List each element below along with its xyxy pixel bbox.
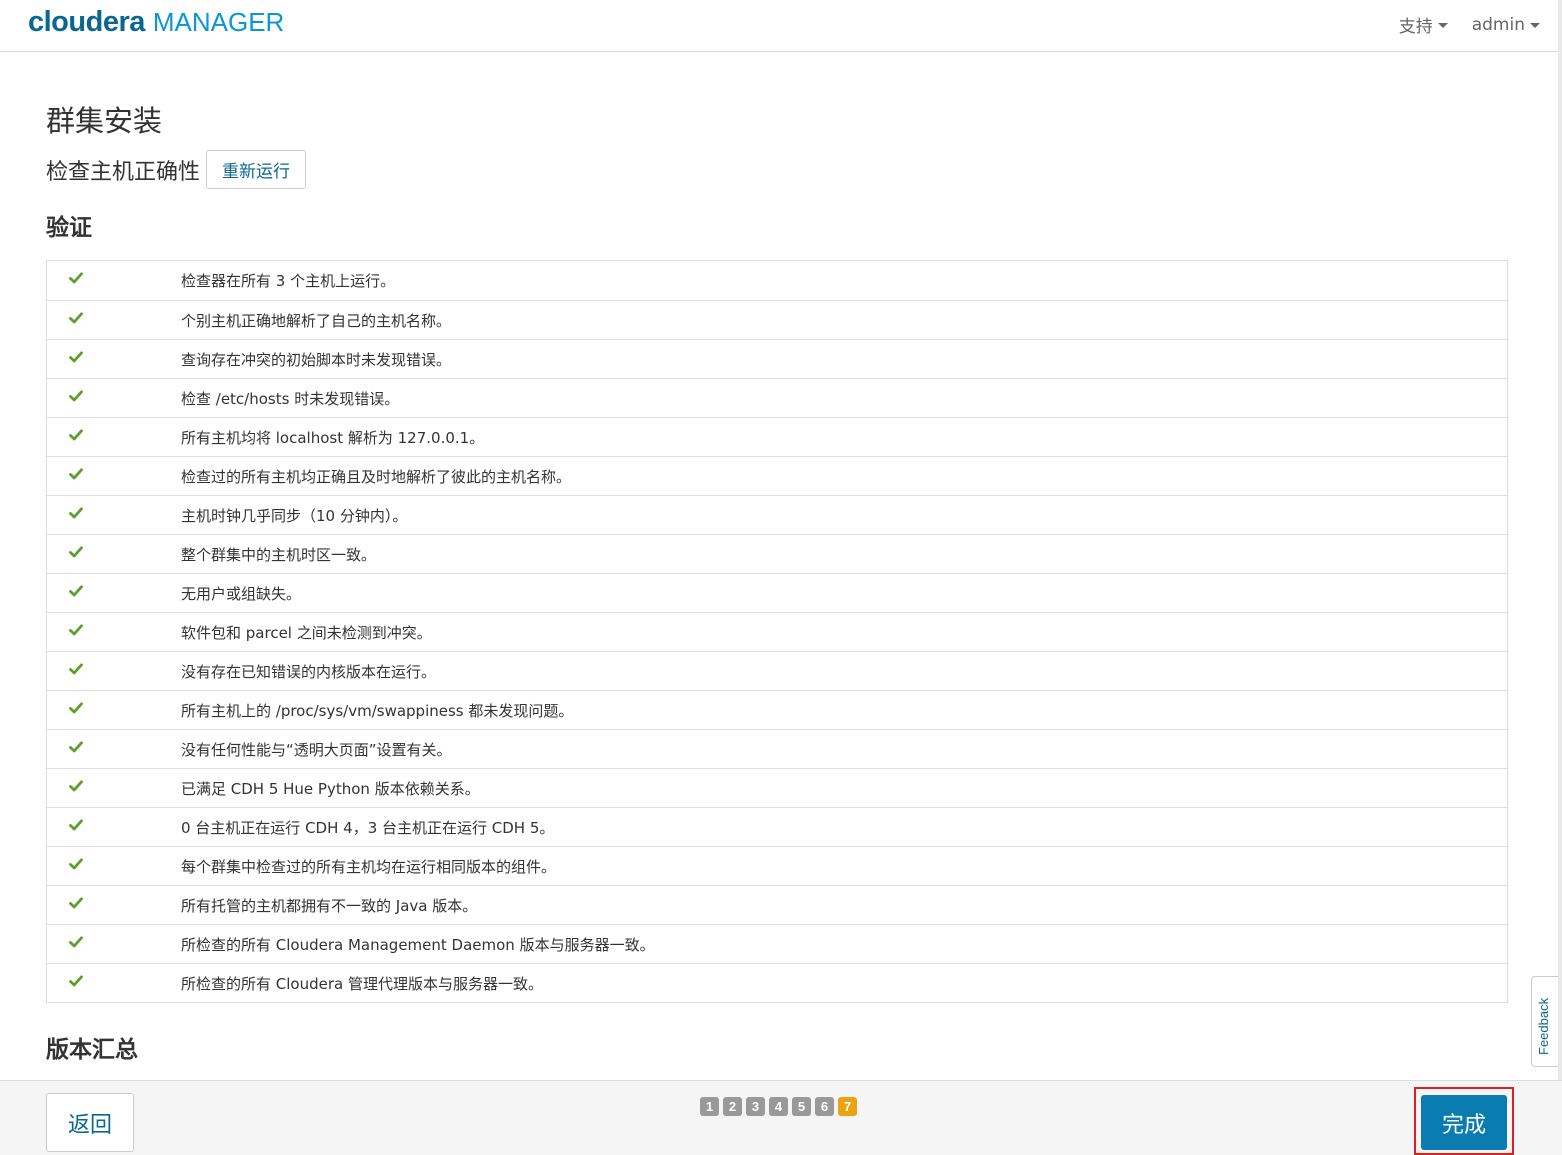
wizard-footer: 返回 1234567 完成 (0, 1080, 1562, 1155)
feedback-label: Feedback (1536, 997, 1551, 1055)
check-row: 软件包和 parcel 之间未检测到冲突。 (47, 612, 1507, 651)
check-results-table: 检查器在所有 3 个主机上运行。个别主机正确地解析了自己的主机名称。 查询存在冲突… (46, 260, 1508, 1003)
top-navbar: cloudera MANAGER 支持 admin (0, 0, 1562, 52)
check-row: 已满足 CDH 5 Hue Python 版本依赖关系。 (47, 768, 1507, 807)
back-button[interactable]: 返回 (46, 1093, 134, 1152)
page-subtitle: 检查主机正确性 (46, 159, 201, 185)
check-text: 检查器在所有 3 个主机上运行。 (181, 272, 396, 290)
wizard-step-5: 5 (792, 1097, 811, 1116)
check-text: 没有存在已知错误的内核版本在运行。 (181, 662, 437, 681)
check-row: 所有主机均将 localhost 解析为 127.0.0.1。 (47, 417, 1507, 456)
logo-text-main: cloudera (28, 6, 145, 38)
cloudera-manager-logo[interactable]: cloudera MANAGER (28, 6, 284, 42)
check-icon (69, 702, 83, 714)
check-icon (69, 819, 83, 831)
rerun-button[interactable]: 重新运行 (206, 150, 307, 189)
check-row: 每个群集中检查过的所有主机均在运行相同版本的组件。 (47, 846, 1507, 885)
check-icon (69, 663, 83, 675)
user-menu-label: admin (1471, 14, 1525, 35)
check-row: 没有任何性能与“透明大页面”设置有关。 (47, 729, 1507, 768)
check-row: 个别主机正确地解析了自己的主机名称。 (47, 300, 1507, 339)
check-icon (69, 390, 83, 402)
caret-down-icon (1437, 23, 1448, 28)
check-icon (69, 741, 83, 753)
check-icon (69, 546, 83, 558)
check-icon (69, 312, 83, 324)
check-row: 查询存在冲突的初始脚本时未发现错误。 (47, 339, 1507, 378)
check-text: 所检查的所有 Cloudera 管理代理版本与服务器一致。 (181, 974, 543, 993)
check-text: 所有托管的主机都拥有不一致的 Java 版本。 (181, 896, 478, 915)
check-text: 查询存在冲突的初始脚本时未发现错误。 (181, 350, 452, 369)
logo-text-sub: MANAGER (152, 7, 285, 37)
check-text: 无用户或组缺失。 (181, 584, 302, 603)
check-text: 软件包和 parcel 之间未检测到冲突。 (181, 623, 432, 642)
section-title-version-summary: 版本汇总 (46, 1037, 138, 1063)
finish-button-highlight: 完成 (1414, 1087, 1514, 1155)
check-icon (69, 858, 83, 870)
support-menu[interactable]: 支持 (1399, 12, 1448, 37)
check-row: 所检查的所有 Cloudera 管理代理版本与服务器一致。 (47, 963, 1507, 1002)
support-menu-label: 支持 (1398, 17, 1433, 37)
check-text: 个别主机正确地解析了自己的主机名称。 (181, 311, 452, 330)
wizard-step-2: 2 (723, 1097, 742, 1116)
check-icon (69, 507, 83, 519)
check-row: 所有托管的主机都拥有不一致的 Java 版本。 (47, 885, 1507, 924)
check-text: 所检查的所有 Cloudera Management Daemon 版本与服务器… (181, 935, 655, 954)
check-row: 所有主机上的 /proc/sys/vm/swappiness 都未发现问题。 (47, 690, 1507, 729)
check-icon (69, 351, 83, 363)
section-title-verify: 验证 (46, 215, 92, 241)
user-menu[interactable]: admin (1472, 12, 1540, 37)
check-icon (69, 780, 83, 792)
feedback-tab[interactable]: Feedback (1531, 976, 1558, 1067)
check-text: 整个群集中的主机时区一致。 (181, 545, 377, 564)
check-text: 已满足 CDH 5 Hue Python 版本依赖关系。 (181, 779, 480, 798)
check-icon (69, 429, 83, 441)
check-row: 检查过的所有主机均正确且及时地解析了彼此的主机名称。 (47, 456, 1507, 495)
page-scrollbar[interactable] (1558, 0, 1562, 1080)
check-row: 检查 /etc/hosts 时未发现错误。 (47, 378, 1507, 417)
caret-down-icon (1530, 23, 1540, 28)
wizard-step-indicator: 1234567 (700, 1097, 857, 1116)
finish-button[interactable]: 完成 (1421, 1095, 1507, 1150)
check-icon (69, 272, 83, 284)
check-text: 所有主机上的 /proc/sys/vm/swappiness 都未发现问题。 (181, 701, 574, 720)
check-icon (69, 468, 83, 480)
check-text: 所有主机均将 localhost 解析为 127.0.0.1。 (181, 428, 485, 447)
check-icon (69, 585, 83, 597)
check-row: 无用户或组缺失。 (47, 573, 1507, 612)
wizard-step-6: 6 (815, 1097, 834, 1116)
check-icon (69, 936, 83, 948)
wizard-step-1: 1 (700, 1097, 719, 1116)
check-text: 检查过的所有主机均正确且及时地解析了彼此的主机名称。 (181, 467, 572, 486)
check-icon (69, 624, 83, 636)
wizard-step-3: 3 (746, 1097, 765, 1116)
check-row: 没有存在已知错误的内核版本在运行。 (47, 651, 1507, 690)
check-text: 0 台主机正在运行 CDH 4，3 台主机正在运行 CDH 5。 (181, 818, 555, 837)
check-text: 主机时钟几乎同步（10 分钟内）。 (181, 506, 408, 525)
page-title: 群集安装 (46, 104, 163, 138)
check-row: 0 台主机正在运行 CDH 4，3 台主机正在运行 CDH 5。 (47, 807, 1507, 846)
check-text: 没有任何性能与“透明大页面”设置有关。 (181, 740, 452, 759)
subtitle-row: 检查主机正确性 重新运行 (46, 150, 307, 189)
check-text: 检查 /etc/hosts 时未发现错误。 (181, 389, 400, 408)
check-icon (69, 975, 83, 987)
check-row: 主机时钟几乎同步（10 分钟内）。 (47, 495, 1507, 534)
wizard-step-7: 7 (838, 1097, 857, 1116)
check-text: 每个群集中检查过的所有主机均在运行相同版本的组件。 (181, 857, 557, 876)
check-icon (69, 897, 83, 909)
check-row: 整个群集中的主机时区一致。 (47, 534, 1507, 573)
wizard-step-4: 4 (769, 1097, 788, 1116)
nav-right: 支持 admin (1399, 12, 1540, 37)
check-row: 所检查的所有 Cloudera Management Daemon 版本与服务器… (47, 924, 1507, 963)
check-row: 检查器在所有 3 个主机上运行。 (47, 261, 1507, 300)
